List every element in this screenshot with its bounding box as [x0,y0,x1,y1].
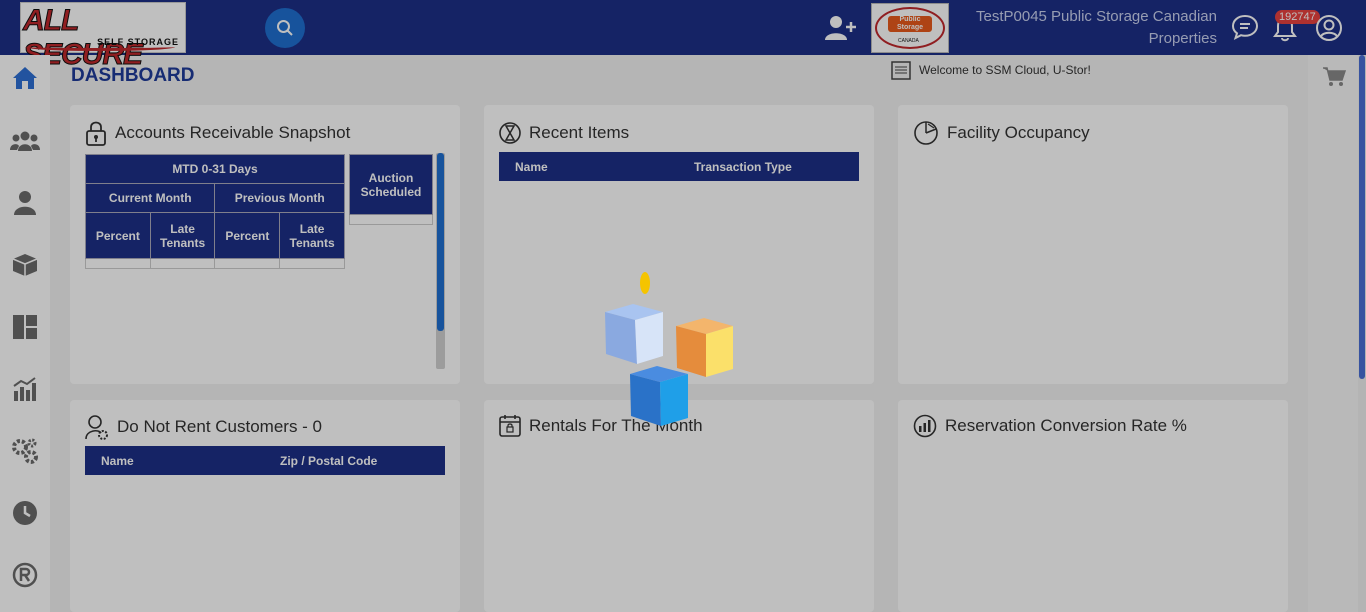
loading-cubes-icon [605,272,733,426]
